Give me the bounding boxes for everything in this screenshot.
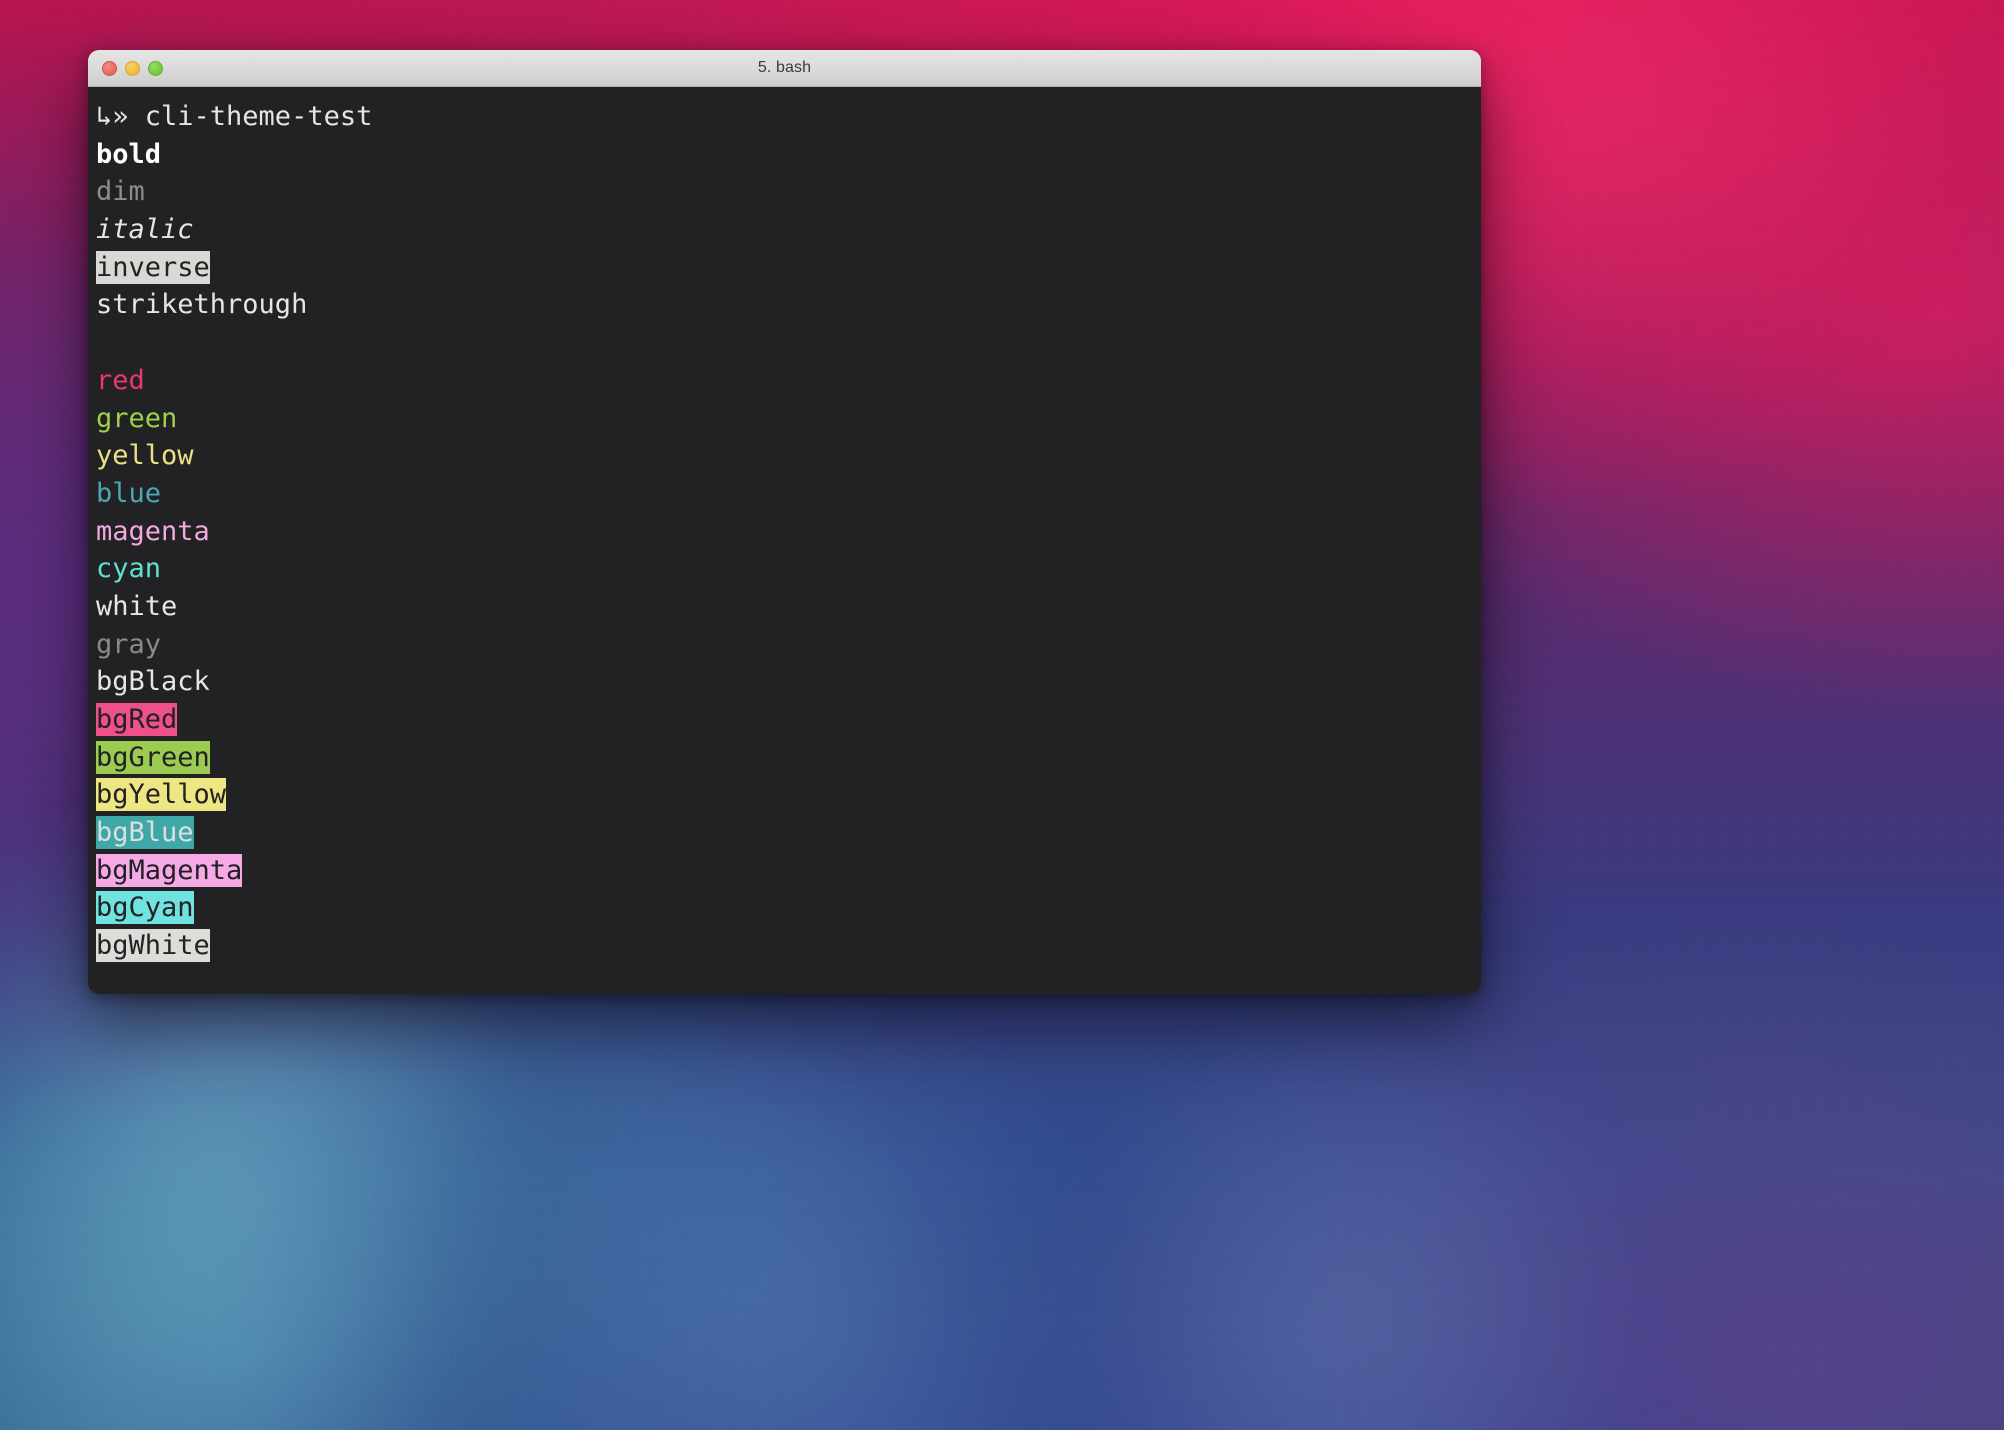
terminal-window[interactable]: 5. bash ↳» cli-theme-test bold dim italic in…: [88, 50, 1481, 994]
terminal-line-dim: dim: [96, 173, 1481, 211]
terminal-line-strikethrough: strikethrough: [96, 286, 1481, 324]
terminal-text-dim: dim: [96, 176, 145, 208]
terminal-line-yellow: yellow: [96, 437, 1481, 475]
terminal-text-bgWhite: bgWhite: [96, 929, 210, 963]
terminal-text-bgGreen: bgGreen: [96, 740, 210, 774]
terminal-text-strikethrough: strikethrough: [96, 289, 308, 321]
terminal-line-gray: gray: [96, 626, 1481, 664]
terminal-text-red: red: [96, 364, 145, 396]
traffic-light-group: [102, 60, 163, 76]
terminal-text-blue: blue: [96, 477, 162, 509]
terminal-text-cyan: cyan: [96, 553, 162, 585]
terminal-output: ↳» cli-theme-test bold dim italic inverse str…: [88, 98, 1481, 965]
terminal-line-bgGreen: bgGreen: [96, 739, 1481, 777]
terminal-line-cyan: cyan: [96, 550, 1481, 588]
terminal-text-bgBlue: bgBlue: [96, 816, 194, 850]
terminal-line-green: green: [96, 400, 1481, 438]
terminal-line-bgMagenta: bgMagenta: [96, 852, 1481, 890]
terminal-text-bgCyan: bgCyan: [96, 891, 194, 925]
terminal-line-bgBlue: bgBlue: [96, 814, 1481, 852]
terminal-text-bgRed: bgRed: [96, 703, 178, 736]
terminal-text-white: white: [96, 590, 178, 622]
terminal-text-bgMagenta: bgMagenta: [96, 853, 243, 887]
terminal-text-prompt: ↳» cli-theme-test: [96, 101, 373, 132]
terminal-line-bgCyan: bgCyan: [96, 889, 1481, 927]
minimize-button-icon[interactable]: [125, 60, 140, 76]
terminal-body[interactable]: ↳» cli-theme-test bold dim italic inverse str…: [88, 87, 1481, 994]
terminal-line-red: red: [96, 362, 1481, 400]
terminal-line-magenta: magenta: [96, 513, 1481, 551]
terminal-text-gray: gray: [96, 628, 162, 660]
terminal-line-white: white: [96, 588, 1481, 626]
terminal-line-bgWhite: bgWhite: [96, 927, 1481, 965]
terminal-line-prompt: ↳» cli-theme-test: [96, 98, 1481, 136]
terminal-line-blue: blue: [96, 475, 1481, 513]
close-button-icon[interactable]: [102, 60, 117, 76]
terminal-text-bold: bold: [96, 138, 162, 170]
terminal-text-magenta: magenta: [96, 515, 210, 547]
terminal-line-italic: italic: [96, 211, 1481, 249]
terminal-line-bgRed: bgRed: [96, 701, 1481, 739]
terminal-line-bold: bold: [96, 136, 1481, 174]
terminal-line-bgYellow: bgYellow: [96, 776, 1481, 814]
terminal-line-spacer: [96, 324, 1481, 362]
terminal-line-inverse: inverse: [96, 249, 1481, 287]
zoom-button-icon[interactable]: [148, 60, 163, 76]
terminal-text-bgYellow: bgYellow: [96, 778, 227, 812]
terminal-text-bgBlack: bgBlack: [96, 666, 210, 698]
window-titlebar[interactable]: 5. bash: [88, 50, 1481, 87]
terminal-text-italic: italic: [96, 214, 194, 246]
terminal-text-inverse: inverse: [96, 250, 210, 284]
terminal-line-bgBlack: bgBlack: [96, 663, 1481, 701]
terminal-text-yellow: yellow: [96, 440, 194, 472]
window-title: 5. bash: [757, 59, 812, 76]
terminal-text-green: green: [96, 402, 178, 434]
